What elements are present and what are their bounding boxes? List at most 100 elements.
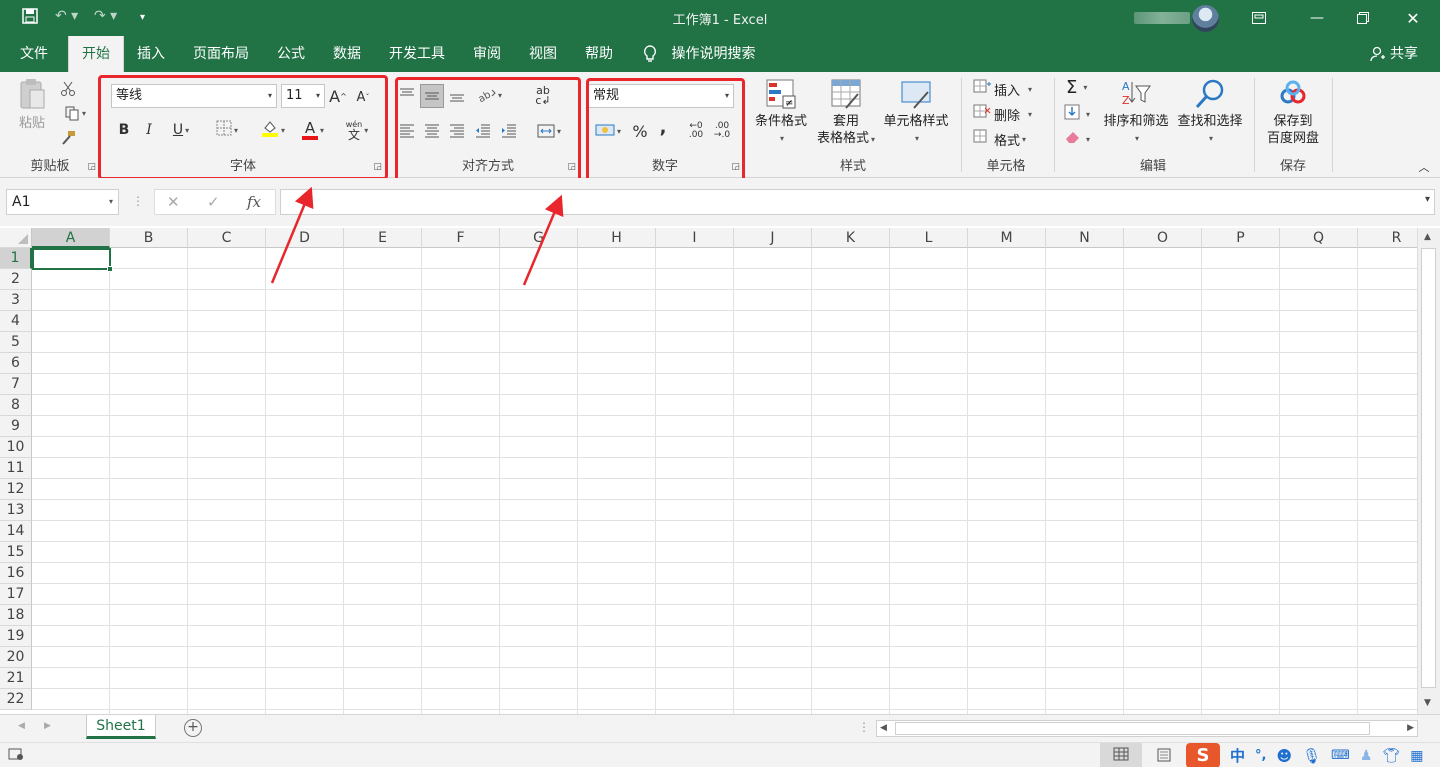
scroll-up-icon[interactable]: ▲ bbox=[1424, 232, 1431, 242]
column-header[interactable]: E bbox=[344, 228, 422, 248]
column-header[interactable]: F bbox=[422, 228, 500, 248]
save-to-baidu-button[interactable]: 保存到 百度网盘 bbox=[1262, 78, 1324, 147]
keyboard-icon[interactable]: ⌨ bbox=[1331, 748, 1350, 763]
cut-icon[interactable] bbox=[58, 80, 78, 98]
tab-formulas[interactable]: 公式 bbox=[264, 36, 318, 72]
column-header[interactable]: K bbox=[812, 228, 890, 248]
insert-cells-button[interactable]: 插入 ▾ bbox=[973, 79, 1032, 99]
autosum-button[interactable]: Σ ▾ bbox=[1066, 77, 1087, 98]
select-all-button[interactable] bbox=[0, 228, 32, 248]
macro-record-icon[interactable] bbox=[8, 747, 24, 765]
column-header[interactable]: A bbox=[32, 228, 110, 248]
row-header[interactable]: 13 bbox=[0, 500, 32, 521]
user-name[interactable] bbox=[1134, 12, 1190, 24]
tab-file[interactable]: 文件 bbox=[7, 36, 61, 72]
normal-view-button[interactable] bbox=[1100, 743, 1142, 767]
worksheet-grid[interactable]: ABCDEFGHIJKLMNOPQR 1 2 3 4 5 6 7 8 9 10 11 12 13 14 15… bbox=[0, 228, 1417, 714]
restore-button[interactable] bbox=[1340, 0, 1386, 36]
row-header[interactable]: 4 bbox=[0, 311, 32, 332]
column-header[interactable]: O bbox=[1124, 228, 1202, 248]
delete-cells-button[interactable]: 删除 ▾ bbox=[973, 104, 1032, 124]
tab-developer[interactable]: 开发工具 bbox=[376, 36, 458, 72]
collapse-ribbon-icon[interactable]: ︿ bbox=[1416, 160, 1432, 174]
column-header[interactable]: P bbox=[1202, 228, 1280, 248]
save-icon[interactable] bbox=[22, 8, 38, 28]
column-header[interactable]: J bbox=[734, 228, 812, 248]
tab-review[interactable]: 审阅 bbox=[460, 36, 514, 72]
column-header[interactable]: C bbox=[188, 228, 266, 248]
tab-page-layout[interactable]: 页面布局 bbox=[180, 36, 262, 72]
column-header[interactable]: I bbox=[656, 228, 734, 248]
dialog-launcher-icon[interactable]: ◲ bbox=[87, 162, 96, 172]
conditional-formatting-button[interactable]: ≠ 条件格式 ▾ bbox=[750, 78, 812, 147]
row-header[interactable]: 5 bbox=[0, 332, 32, 353]
column-header[interactable]: L bbox=[890, 228, 968, 248]
user-icon[interactable]: ♟ bbox=[1360, 748, 1373, 764]
insert-function-icon[interactable]: fx bbox=[247, 193, 261, 211]
row-header[interactable]: 9 bbox=[0, 416, 32, 437]
tell-me-search[interactable]: 操作说明搜索 bbox=[643, 36, 755, 72]
row-header[interactable]: 3 bbox=[0, 290, 32, 311]
row-header[interactable]: 17 bbox=[0, 584, 32, 605]
tab-insert[interactable]: 插入 bbox=[124, 36, 178, 72]
vertical-scroll-thumb[interactable] bbox=[1421, 248, 1436, 688]
undo-icon[interactable]: ↶ ▾ bbox=[55, 8, 78, 24]
row-header[interactable]: 7 bbox=[0, 374, 32, 395]
skin-icon[interactable]: 👕︎ bbox=[1382, 748, 1400, 764]
row-header[interactable]: 15 bbox=[0, 542, 32, 563]
minimize-button[interactable]: — bbox=[1294, 0, 1340, 36]
name-box[interactable]: A1 ▾ bbox=[6, 189, 119, 215]
active-cell[interactable] bbox=[32, 248, 113, 272]
row-header[interactable]: 1 bbox=[0, 248, 32, 269]
column-header[interactable]: H bbox=[578, 228, 656, 248]
row-header[interactable]: 6 bbox=[0, 353, 32, 374]
row-header[interactable]: 12 bbox=[0, 479, 32, 500]
column-header[interactable]: M bbox=[968, 228, 1046, 248]
tab-help[interactable]: 帮助 bbox=[572, 36, 626, 72]
share-button[interactable]: 共享 bbox=[1369, 36, 1418, 72]
expand-formula-icon[interactable]: ▾ bbox=[1425, 194, 1430, 205]
prev-sheet-icon[interactable]: ◀ bbox=[18, 721, 25, 731]
paste-button[interactable]: 粘贴 bbox=[12, 78, 52, 132]
clear-button[interactable]: ▾ bbox=[1064, 129, 1090, 149]
row-header[interactable]: 21 bbox=[0, 668, 32, 689]
add-sheet-button[interactable]: + bbox=[184, 719, 202, 737]
find-select-button[interactable]: 查找和选择 ▾ bbox=[1174, 78, 1246, 147]
microphone-icon[interactable]: 🎙︎ bbox=[1302, 747, 1321, 765]
toolbox-icon[interactable]: ▦ bbox=[1410, 748, 1423, 764]
redo-icon[interactable]: ↷ ▾ bbox=[94, 8, 117, 24]
formula-input[interactable]: ▾ bbox=[280, 189, 1435, 215]
row-header[interactable]: 14 bbox=[0, 521, 32, 542]
ribbon-display-icon[interactable] bbox=[1236, 0, 1282, 36]
fill-handle[interactable] bbox=[107, 266, 113, 272]
column-header[interactable]: R bbox=[1358, 228, 1417, 248]
column-header[interactable]: N bbox=[1046, 228, 1124, 248]
row-header[interactable]: 22 bbox=[0, 689, 32, 710]
row-header[interactable]: 11 bbox=[0, 458, 32, 479]
column-header[interactable]: Q bbox=[1280, 228, 1358, 248]
tab-home[interactable]: 开始 bbox=[68, 36, 124, 72]
column-header[interactable]: D bbox=[266, 228, 344, 248]
column-header[interactable]: B bbox=[110, 228, 188, 248]
enter-icon[interactable]: ✓ bbox=[207, 193, 220, 211]
vertical-scrollbar[interactable]: ▲ ▼ bbox=[1417, 228, 1440, 714]
customize-qat-icon[interactable]: ▾ bbox=[140, 12, 145, 23]
row-header[interactable]: 2 bbox=[0, 269, 32, 290]
scroll-down-icon[interactable]: ▼ bbox=[1424, 698, 1431, 708]
drag-handle-icon[interactable]: ⋮ bbox=[132, 194, 144, 208]
format-as-table-button[interactable]: 套用 表格格式 ▾ bbox=[812, 78, 880, 148]
sogou-logo-icon[interactable]: S bbox=[1186, 743, 1220, 767]
tab-view[interactable]: 视图 bbox=[516, 36, 570, 72]
horizontal-scrollbar[interactable]: ◀ ▶ bbox=[876, 720, 1418, 737]
cell-styles-button[interactable]: 单元格样式 ▾ bbox=[878, 78, 954, 147]
next-sheet-icon[interactable]: ▶ bbox=[44, 721, 51, 731]
tab-data[interactable]: 数据 bbox=[320, 36, 374, 72]
sheet-tab-sheet1[interactable]: Sheet1 bbox=[86, 715, 156, 739]
ime-mode-toggle[interactable]: 中 bbox=[1230, 745, 1245, 766]
format-painter-icon[interactable] bbox=[58, 129, 78, 147]
scroll-right-icon[interactable]: ▶ bbox=[1407, 723, 1414, 733]
ime-punctuation-toggle[interactable]: °, bbox=[1255, 748, 1266, 763]
copy-icon[interactable]: ▾ bbox=[58, 104, 92, 122]
row-header[interactable]: 8 bbox=[0, 395, 32, 416]
close-button[interactable]: ✕ bbox=[1390, 0, 1436, 36]
